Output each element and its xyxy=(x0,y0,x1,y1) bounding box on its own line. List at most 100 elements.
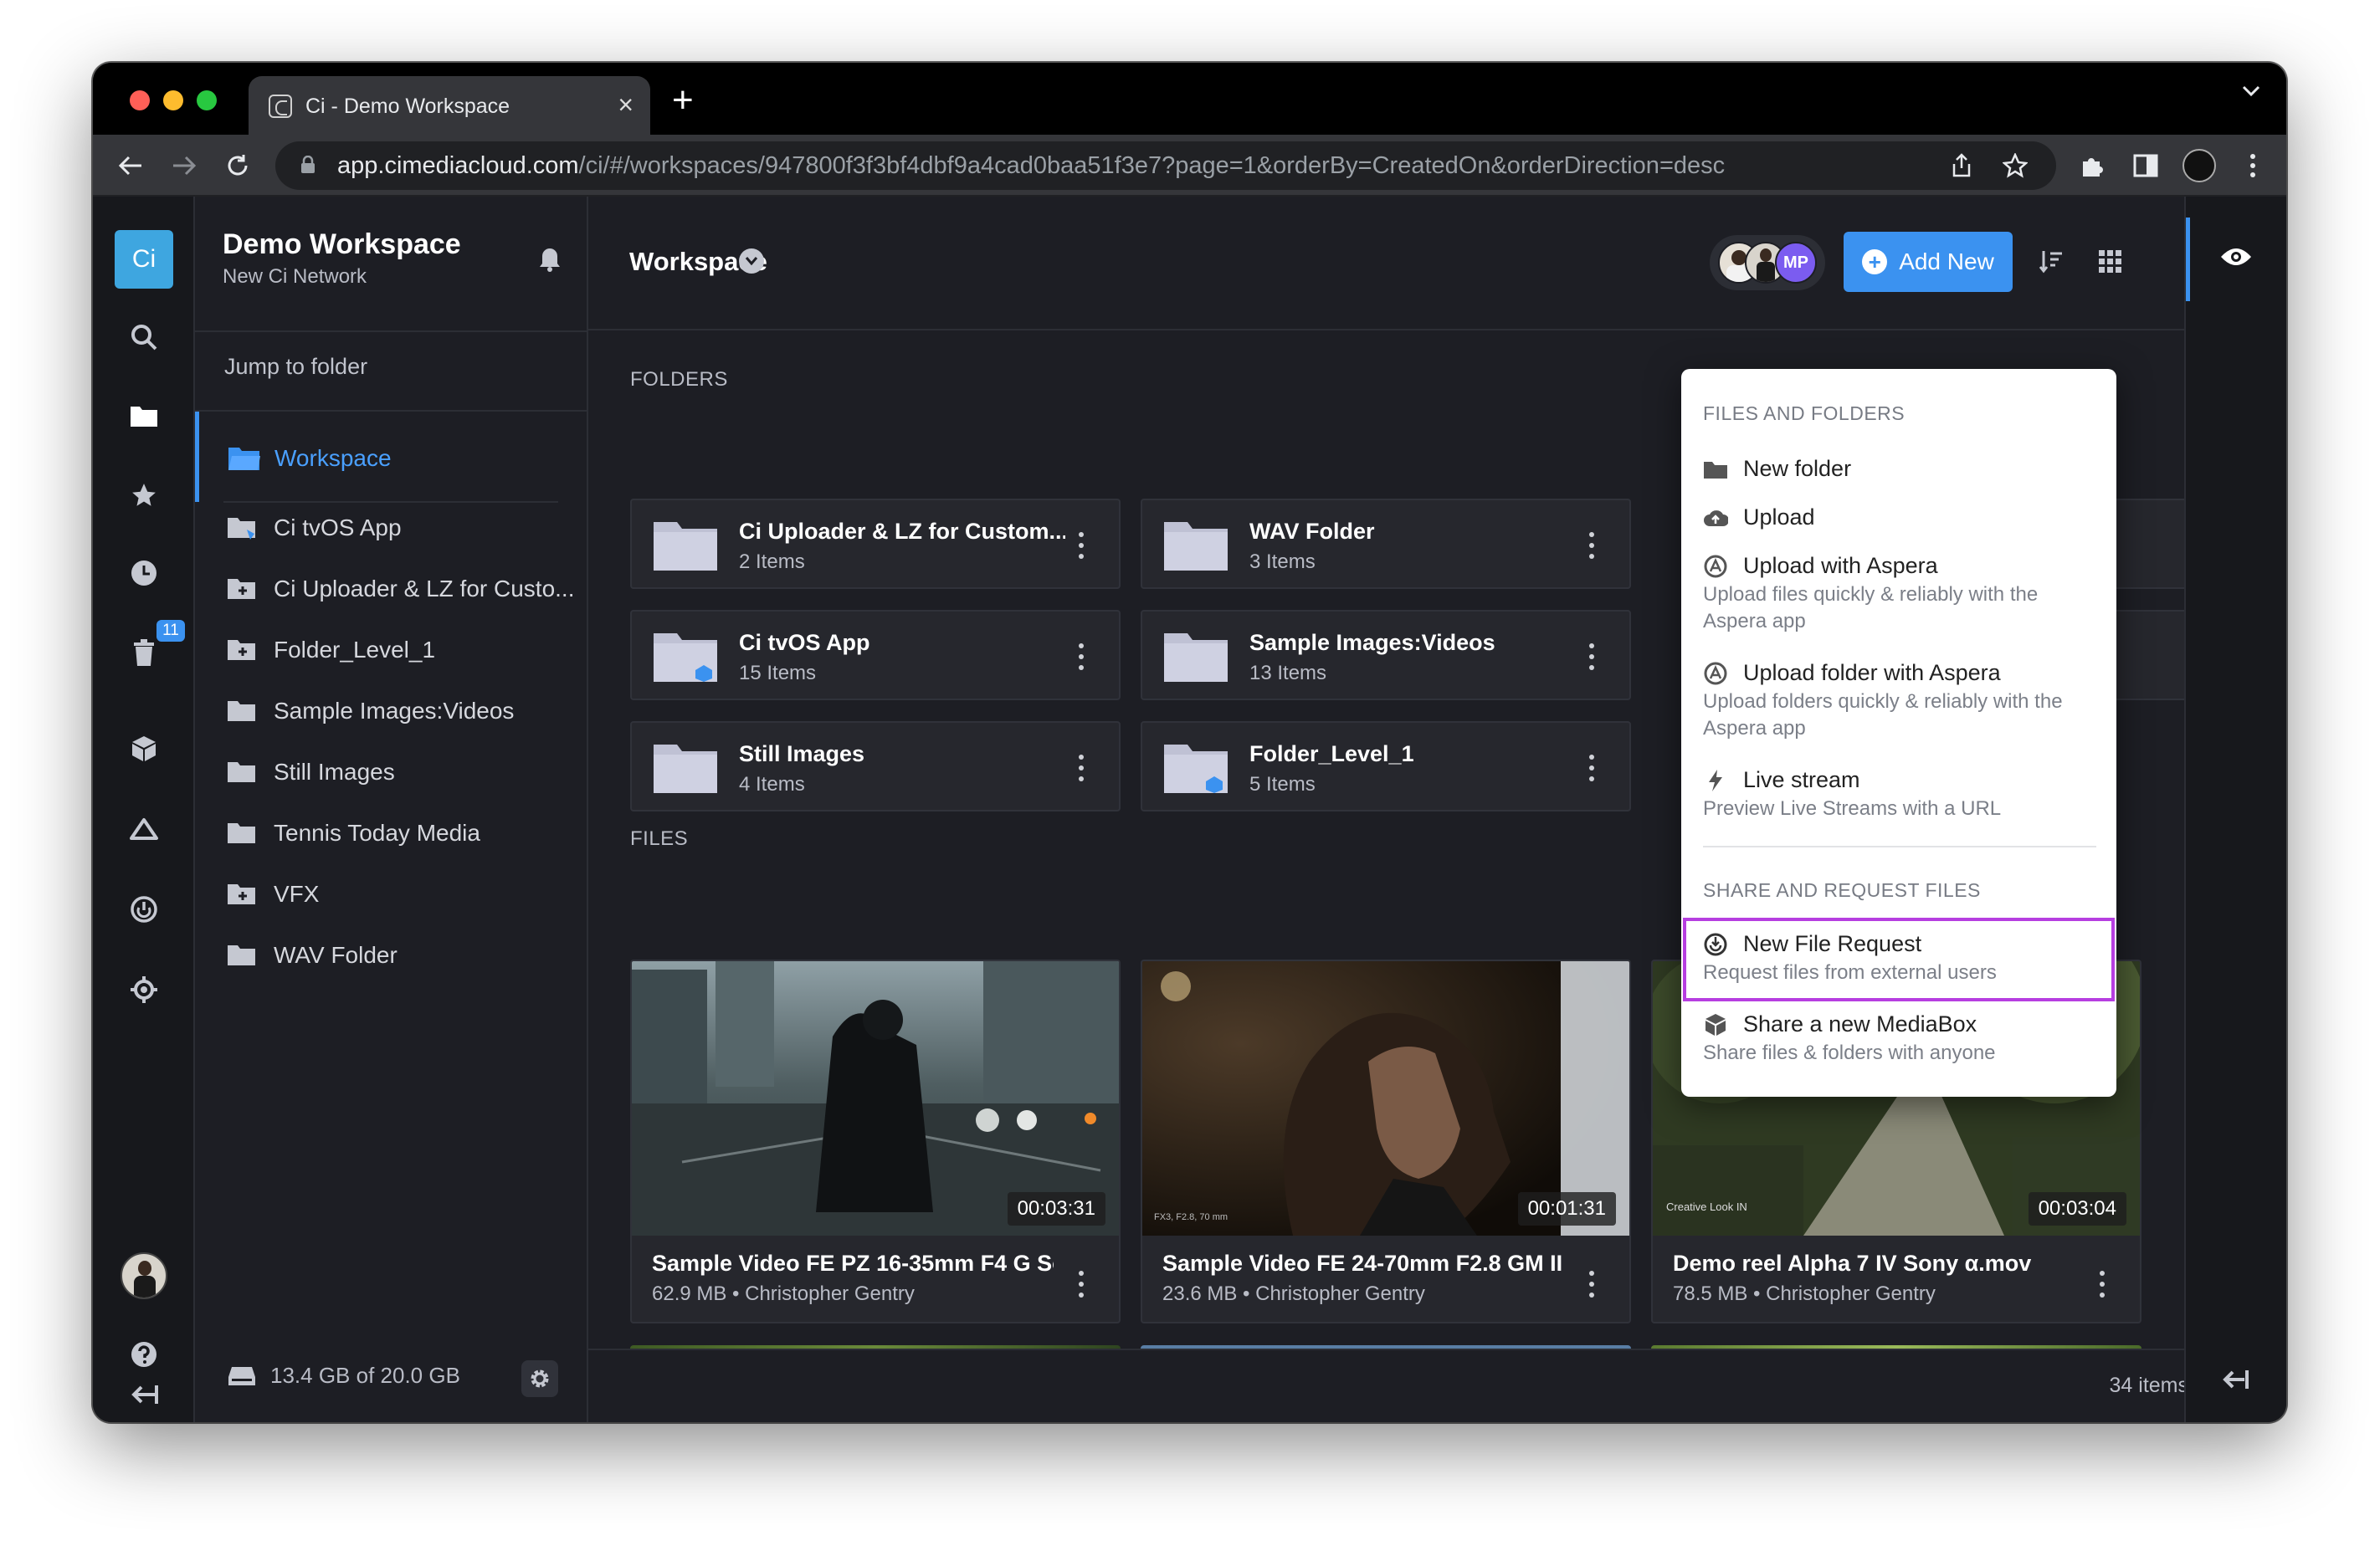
browser-tab[interactable]: Ci - Demo Workspace × xyxy=(249,76,650,135)
more-options-icon[interactable] xyxy=(1077,755,1085,781)
sidebar-item-vfx[interactable]: VFX xyxy=(227,881,319,908)
workspace-menu-chevron-icon[interactable] xyxy=(739,248,764,274)
menu-item-label: New File Request xyxy=(1743,931,1922,956)
more-options-icon[interactable] xyxy=(1588,755,1596,781)
power-icon[interactable] xyxy=(119,884,169,934)
folder-card[interactable]: Ci tvOS App 15 Items xyxy=(630,610,1121,700)
sidebar-item-sample-images-videos[interactable]: Sample Images:Videos xyxy=(227,698,514,724)
url-host: app.cimediacloud.com xyxy=(337,152,579,179)
jump-to-folder[interactable]: Jump to folder xyxy=(224,354,367,380)
grid-view-icon[interactable] xyxy=(2098,249,2123,274)
new-tab-button[interactable]: + xyxy=(672,79,694,121)
file-meta: 78.5 MB • Christopher Gentry xyxy=(1673,1282,1936,1305)
more-options-icon[interactable] xyxy=(1588,532,1596,559)
sort-icon[interactable] xyxy=(2039,248,2064,274)
tab-title: Ci - Demo Workspace xyxy=(305,95,510,118)
close-window-button[interactable] xyxy=(130,90,150,110)
reload-icon[interactable] xyxy=(218,146,257,185)
folder-plus-icon xyxy=(227,637,259,663)
close-tab-icon[interactable]: × xyxy=(618,90,633,120)
address-bar[interactable]: app.cimediacloud.com/ci/#/workspaces/947… xyxy=(275,141,2056,190)
more-options-icon[interactable] xyxy=(2098,1271,2106,1298)
thumbnail-caption: FX3, F2.8, 70 mm xyxy=(1154,1212,1228,1222)
sidebar-item-ci-tvos-app[interactable]: Ci tvOS App xyxy=(227,514,402,541)
members-avatars[interactable]: MP xyxy=(1710,235,1825,290)
clock-icon[interactable] xyxy=(119,548,169,598)
more-options-icon[interactable] xyxy=(1077,643,1085,670)
ci-favicon-icon xyxy=(269,95,292,118)
cube-icon[interactable] xyxy=(119,724,169,774)
folder-card[interactable]: Sample Images:Videos 13 Items xyxy=(1141,610,1631,700)
menu-item-label: Upload with Aspera xyxy=(1743,553,1938,578)
browser-menu-icon[interactable] xyxy=(2234,146,2272,185)
file-request-icon xyxy=(1704,933,1727,956)
folder-icon xyxy=(227,821,259,846)
sidebar-item-label: Tennis Today Media xyxy=(274,820,480,846)
back-icon[interactable] xyxy=(111,146,150,185)
sidebar-item-label: Workspace xyxy=(274,445,392,471)
sidebar-item-tennis-today-media[interactable]: Tennis Today Media xyxy=(227,820,480,847)
folder-card[interactable]: Still Images 4 Items xyxy=(630,721,1121,811)
workspace-name: Demo Workspace xyxy=(223,228,461,260)
eye-icon[interactable] xyxy=(2219,245,2253,269)
menu-item-description: Preview Live Streams with a URL xyxy=(1703,797,2002,820)
more-options-icon[interactable] xyxy=(1588,1271,1596,1298)
target-icon[interactable] xyxy=(119,965,169,1015)
folders-heading: FOLDERS xyxy=(630,368,728,391)
folder-icon xyxy=(227,699,259,724)
sidebar-item-still-images[interactable]: Still Images xyxy=(227,759,395,786)
folder-item-count: 2 Items xyxy=(739,550,805,573)
minimize-window-button[interactable] xyxy=(163,90,183,110)
main-footer: 34 items xyxy=(588,1349,2230,1422)
collapse-panel-icon[interactable] xyxy=(2221,1368,2249,1391)
right-panel xyxy=(2184,197,2286,1422)
menu-item-label: Upload xyxy=(1743,504,1815,530)
duration-badge: 00:03:31 xyxy=(1007,1192,1105,1226)
share-icon[interactable] xyxy=(1951,153,1972,178)
add-new-button[interactable]: + Add New xyxy=(1844,232,2013,292)
ci-logo[interactable]: Ci xyxy=(115,230,173,289)
star-icon[interactable] xyxy=(119,470,169,520)
cloud-icon[interactable] xyxy=(119,804,169,854)
folder-icon[interactable] xyxy=(119,391,169,441)
menu-item-label: Live stream xyxy=(1743,767,1860,792)
lock-icon xyxy=(301,156,315,173)
file-card[interactable]: FX3, F2.8, 70 mm 00:01:31 Sample Video F… xyxy=(1141,960,1631,1323)
extensions-icon[interactable] xyxy=(2073,146,2111,185)
folder-card[interactable]: WAV Folder 3 Items xyxy=(1141,499,1631,589)
main-header: Workspace MP + Add New xyxy=(588,197,2230,330)
file-name: Sample Video FE 24-70mm F2.8 GM II ... xyxy=(1162,1251,1564,1276)
sidebar-item-workspace[interactable]: Workspace xyxy=(195,412,587,502)
sidebar-item-label: VFX xyxy=(274,881,320,907)
bell-icon[interactable] xyxy=(538,247,562,272)
sidebar-item-label: Sample Images:Videos xyxy=(274,698,515,724)
file-card[interactable]: 00:03:31 Sample Video FE PZ 16-35mm F4 G… xyxy=(630,960,1121,1323)
forward-icon[interactable] xyxy=(165,146,203,185)
folder-plus-icon xyxy=(227,576,259,602)
more-options-icon[interactable] xyxy=(1077,1271,1085,1298)
settings-button[interactable] xyxy=(521,1360,558,1397)
user-avatar[interactable] xyxy=(119,1251,169,1301)
sidebar-item-folder-level-1[interactable]: Folder_Level_1 xyxy=(227,637,435,663)
trash-icon[interactable] xyxy=(119,627,169,678)
sidebar-item-ci-uploader-lz-for-custo-[interactable]: Ci Uploader & LZ for Custo... xyxy=(227,576,574,602)
profile-icon[interactable] xyxy=(2180,146,2218,185)
menu-section-share-request: SHARE AND REQUEST FILES xyxy=(1703,879,1981,901)
ci-app: Ci 11 Demo Workspace New Ci Network Jump… xyxy=(93,197,2286,1422)
menu-item-description: Share files & folders with anyone xyxy=(1703,1042,1996,1064)
more-options-icon[interactable] xyxy=(1588,643,1596,670)
folder-card[interactable]: Ci Uploader & LZ for Custom... 2 Items xyxy=(630,499,1121,589)
search-icon[interactable] xyxy=(119,312,169,362)
menu-item-label: Upload folder with Aspera xyxy=(1743,660,2001,685)
sidebar-item-wav-folder[interactable]: WAV Folder xyxy=(227,942,398,969)
title-bar: Ci - Demo Workspace × + xyxy=(93,63,2286,135)
more-options-icon[interactable] xyxy=(1077,532,1085,559)
zoom-window-button[interactable] xyxy=(197,90,217,110)
bookmark-star-icon[interactable] xyxy=(2003,153,2028,178)
menu-item-description: Request files from external users xyxy=(1703,961,1997,984)
sidepanel-icon[interactable] xyxy=(2126,146,2165,185)
menu-item-description: Upload folders quickly & reliably with t… xyxy=(1703,690,2063,740)
folder-card[interactable]: Folder_Level_1 5 Items xyxy=(1141,721,1631,811)
collapse-icon[interactable] xyxy=(119,1369,169,1420)
tab-search-chevron-icon[interactable] xyxy=(2241,84,2261,98)
